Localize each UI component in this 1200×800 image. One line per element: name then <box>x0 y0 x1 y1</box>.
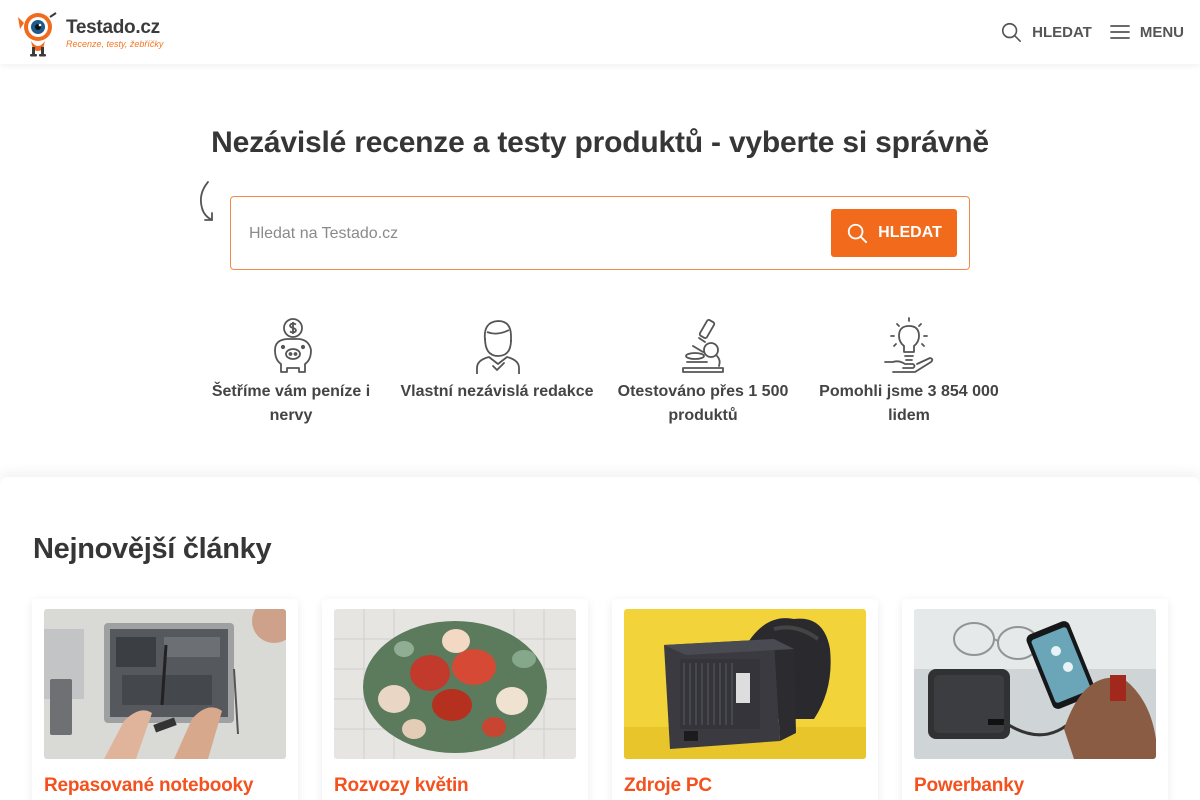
lightbulb-hand-icon <box>884 317 934 373</box>
logo-name: Testado.cz <box>66 16 160 38</box>
hero-search-input[interactable] <box>249 215 819 253</box>
search-icon <box>847 223 868 244</box>
site-header: Testado.cz Recenze, testy, žebříčky HLED… <box>0 0 1200 64</box>
logo-tagline: Recenze, testy, žebříčky <box>66 38 164 49</box>
laptop-repair-image <box>44 609 286 759</box>
article-cards: Repasované notebooky Rozvozy květin Zdro… <box>32 599 1168 800</box>
curved-arrow-icon <box>199 181 213 221</box>
feature-item: Šetříme vám peníze i nervy <box>188 316 394 428</box>
latest-articles-section: Nejnovější články Repasované notebooky R… <box>0 477 1200 800</box>
powerbank-phone-photo[interactable] <box>914 609 1156 759</box>
hamburger-menu-icon <box>1109 25 1130 39</box>
hero-search-form: HLEDAT <box>230 196 970 270</box>
feature-item: Pomohli jsme 3 854 000 lidem <box>806 316 1012 428</box>
laptop-repair-photo[interactable] <box>44 609 286 759</box>
feature-label: Pomohli jsme 3 854 000 lidem <box>819 383 999 424</box>
article-title[interactable]: Powerbanky <box>914 775 1024 797</box>
microscope-icon <box>682 319 724 373</box>
article-card[interactable]: Powerbanky <box>902 599 1168 800</box>
section-title: Nejnovější články <box>33 533 272 565</box>
feature-label: Šetříme vám peníze i nervy <box>211 383 371 424</box>
feature-item: Vlastní nezávislá redakce <box>394 316 600 428</box>
editor-person-icon <box>476 320 520 374</box>
feature-item: Otestováno přes 1 500 produktů <box>600 316 806 428</box>
header-menu-button[interactable]: MENU <box>1109 23 1184 41</box>
flower-bouquet-image <box>334 609 576 759</box>
search-icon <box>1002 22 1022 42</box>
article-card[interactable]: Zdroje PC <box>612 599 878 800</box>
site-logo[interactable]: Testado.cz Recenze, testy, žebříčky <box>16 8 176 58</box>
feature-label: Vlastní nezávislá redakce <box>400 383 594 400</box>
piggy-bank-icon <box>274 318 312 373</box>
mascot-logo-icon <box>18 12 57 57</box>
hero-search-button-label: HLEDAT <box>878 224 942 241</box>
pc-power-supply-photo[interactable] <box>624 609 866 759</box>
flower-bouquet-photo[interactable] <box>334 609 576 759</box>
powerbank-phone-image <box>914 609 1156 759</box>
article-card[interactable]: Repasované notebooky <box>32 599 298 800</box>
article-card[interactable]: Rozvozy květin <box>322 599 588 800</box>
article-title[interactable]: Repasované notebooky <box>44 775 253 797</box>
header-nav: HLEDAT MENU <box>1000 0 1184 64</box>
article-title[interactable]: Rozvozy květin <box>334 775 469 797</box>
pc-power-supply-image <box>624 609 866 759</box>
hero-search-button[interactable]: HLEDAT <box>831 209 957 257</box>
hero-title: Nezávislé recenze a testy produktů - vyb… <box>211 126 989 159</box>
header-search-label: HLEDAT <box>1032 23 1092 41</box>
features-list: Šetříme vám peníze i nervy Vlastní nezáv… <box>188 316 1012 428</box>
article-title[interactable]: Zdroje PC <box>624 775 712 797</box>
feature-label: Otestováno přes 1 500 produktů <box>617 383 789 424</box>
header-menu-label: MENU <box>1139 23 1184 41</box>
header-search-button[interactable]: HLEDAT <box>1000 21 1092 43</box>
logo-text: Testado.cz Recenze, testy, žebříčky <box>66 18 163 49</box>
